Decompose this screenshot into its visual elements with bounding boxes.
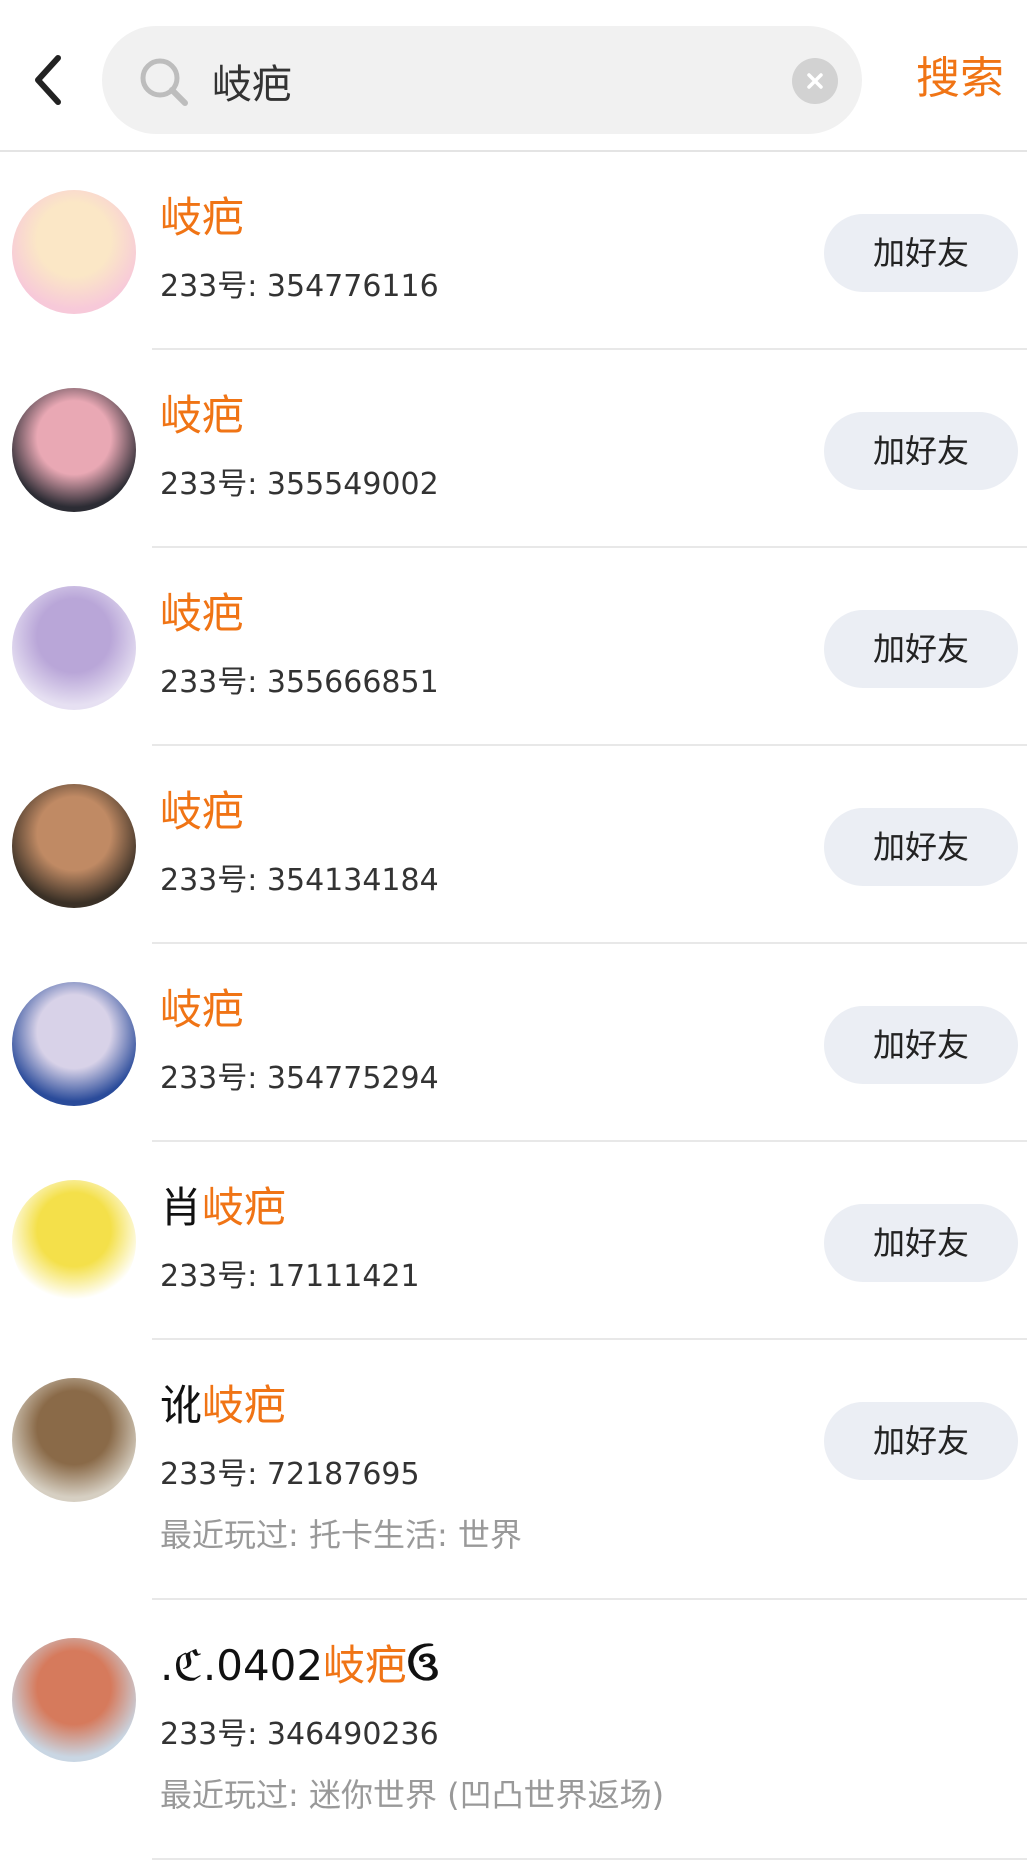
add-friend-button[interactable]: 加好友 (824, 1204, 1018, 1282)
clear-search-button[interactable] (792, 58, 838, 104)
add-friend-button[interactable]: 加好友 (824, 610, 1018, 688)
name-highlight: 岐疤 (202, 1183, 287, 1232)
close-icon (807, 73, 823, 89)
add-friend-button[interactable]: 加好友 (824, 214, 1018, 292)
user-id: 233号: 72187695 (160, 1457, 420, 1492)
name-suffix: ઉ (407, 1641, 439, 1690)
name-highlight: 岐疤 (160, 787, 245, 836)
name-highlight: 岐疤 (160, 391, 245, 440)
search-header: 搜索 (0, 0, 1027, 152)
user-name: 岐疤 (160, 782, 244, 842)
name-prefix: 肖 (160, 1183, 203, 1232)
name-highlight: 岐疤 (202, 1381, 287, 1430)
recently-played: 最近玩过: 托卡生活: 世界 (160, 1516, 522, 1554)
user-name: 岐疤 (160, 188, 244, 248)
result-row[interactable]: 岐疤 233号: 355666851 加好友 (0, 548, 1027, 746)
search-results-list: 岐疤 233号: 354776116 加好友 岐疤 233号: 355549002 加好友… (0, 152, 1027, 1860)
user-id: 233号: 346490236 (160, 1717, 439, 1752)
add-friend-button[interactable]: 加好友 (824, 1006, 1018, 1084)
avatar[interactable] (12, 982, 136, 1106)
search-box (102, 26, 862, 134)
result-row[interactable]: 岐疤 233号: 354775294 加好友 (0, 944, 1027, 1142)
name-highlight: 岐疤 (160, 985, 245, 1034)
add-friend-button[interactable]: 加好友 (824, 412, 1018, 490)
user-id: 233号: 354134184 (160, 863, 439, 898)
add-friend-button[interactable]: 加好友 (824, 1402, 1018, 1480)
user-id: 233号: 355666851 (160, 665, 439, 700)
user-name: 岐疤 (160, 980, 244, 1040)
result-row[interactable]: 肖岐疤 233号: 17111421 加好友 (0, 1142, 1027, 1340)
name-prefix: .ℭ.0402 (160, 1641, 324, 1690)
search-button[interactable]: 搜索 (905, 44, 1015, 114)
result-row[interactable]: .ℭ.0402岐疤ઉ 233号: 346490236 最近玩过: 迷你世界 (凹凸世… (0, 1600, 1027, 1860)
result-row[interactable]: 讹岐疤 233号: 72187695 最近玩过: 托卡生活: 世界 加好友 (0, 1340, 1027, 1600)
avatar[interactable] (12, 784, 136, 908)
user-id: 233号: 354776116 (160, 269, 439, 304)
avatar[interactable] (12, 388, 136, 512)
back-button[interactable] (18, 40, 78, 120)
user-name: 岐疤 (160, 386, 244, 446)
result-row[interactable]: 岐疤 233号: 355549002 加好友 (0, 350, 1027, 548)
user-id: 233号: 17111421 (160, 1259, 420, 1294)
user-name: 岐疤 (160, 584, 244, 644)
search-input[interactable] (210, 48, 774, 114)
user-name: 讹岐疤 (160, 1376, 286, 1436)
chevron-left-icon (35, 55, 61, 105)
recently-played: 最近玩过: 迷你世界 (凹凸世界返场) (160, 1776, 665, 1814)
avatar[interactable] (12, 190, 136, 314)
add-friend-button[interactable]: 加好友 (824, 808, 1018, 886)
name-highlight: 岐疤 (160, 193, 245, 242)
search-icon (140, 58, 188, 106)
name-highlight: 岐疤 (160, 589, 245, 638)
avatar[interactable] (12, 1638, 136, 1762)
name-highlight: 岐疤 (323, 1641, 408, 1690)
user-name: 肖岐疤 (160, 1178, 286, 1238)
avatar[interactable] (12, 586, 136, 710)
avatar[interactable] (12, 1180, 136, 1304)
user-id: 233号: 354775294 (160, 1061, 439, 1096)
avatar[interactable] (12, 1378, 136, 1502)
user-name: .ℭ.0402岐疤ઉ (160, 1636, 439, 1696)
result-row[interactable]: 岐疤 233号: 354776116 加好友 (0, 152, 1027, 350)
result-row[interactable]: 岐疤 233号: 354134184 加好友 (0, 746, 1027, 944)
user-id: 233号: 355549002 (160, 467, 439, 502)
name-prefix: 讹 (160, 1381, 203, 1430)
